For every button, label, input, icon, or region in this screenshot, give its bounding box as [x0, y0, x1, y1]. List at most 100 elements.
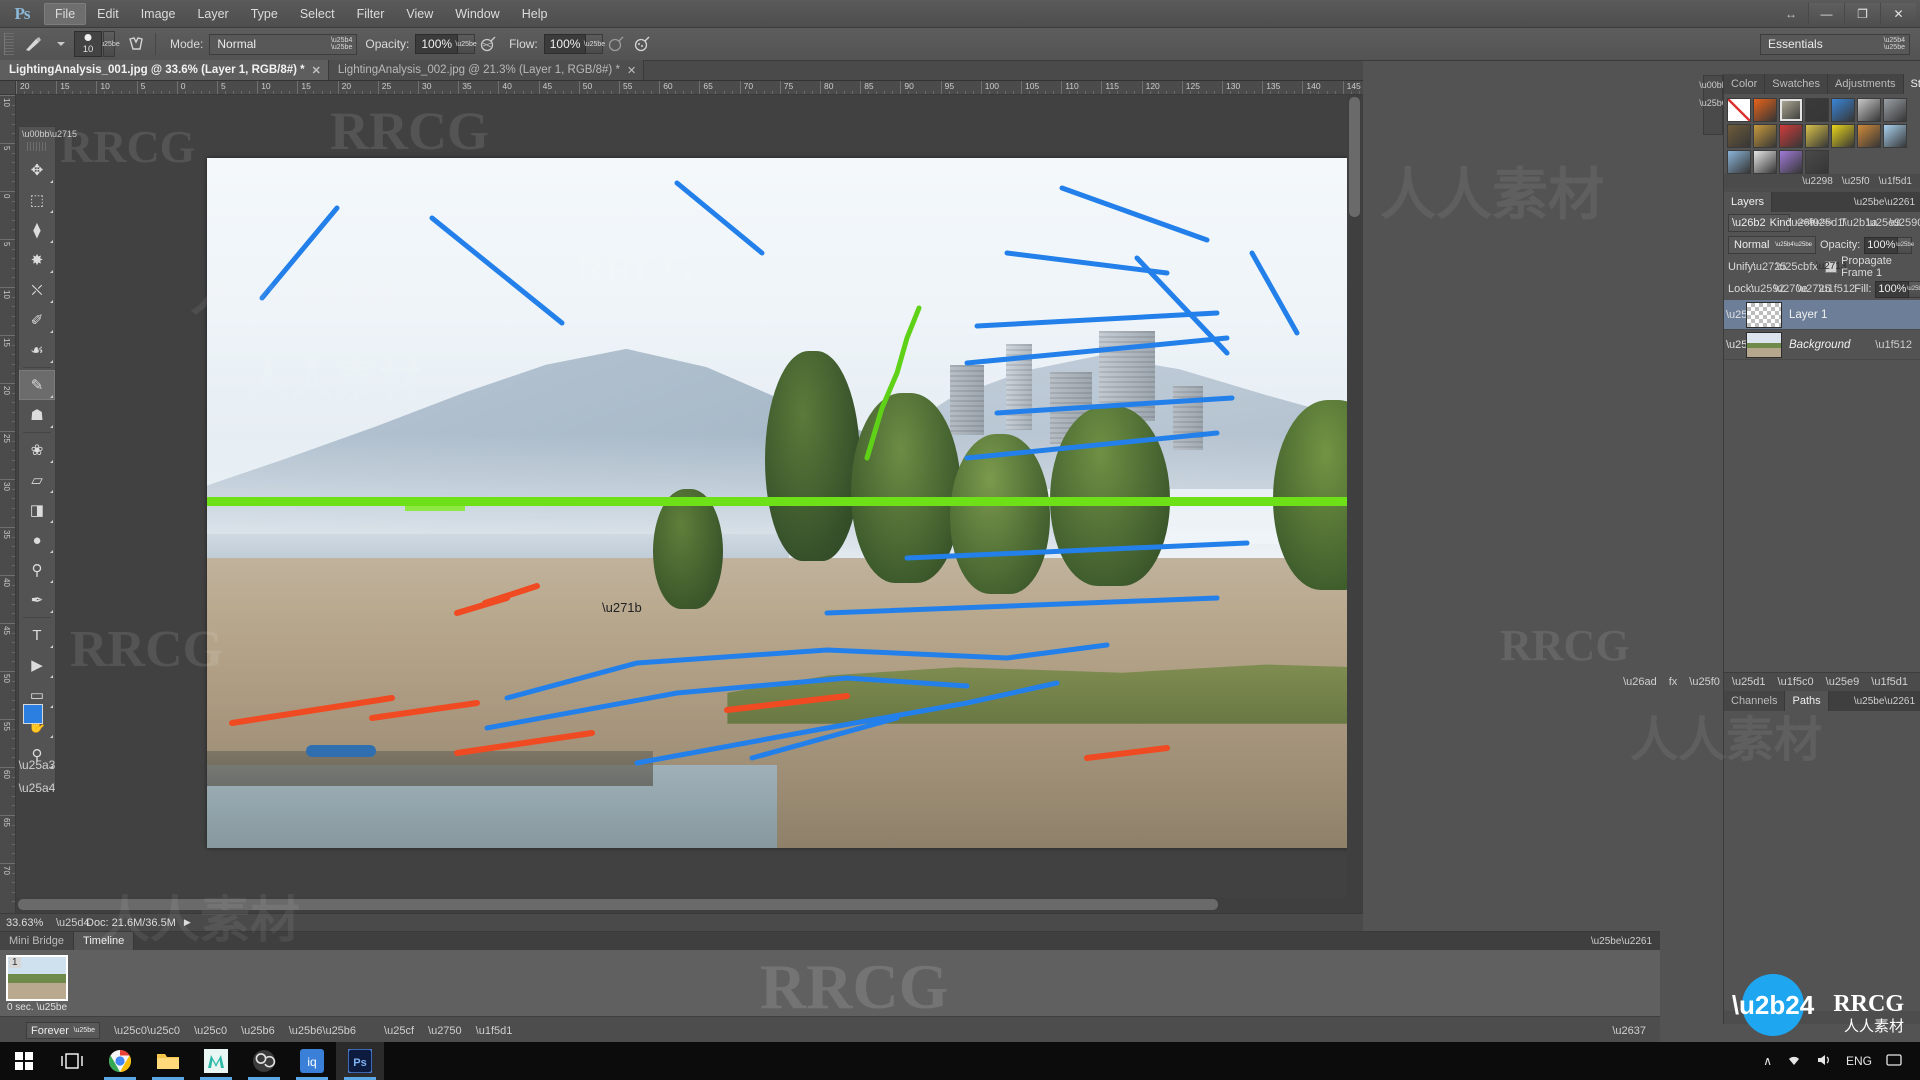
select-first-frame-icon[interactable]: \u25c0\u25c0 [114, 1025, 180, 1037]
layer-opacity-chevron-icon[interactable]: \u25be [1896, 236, 1914, 254]
flow-chevron-icon[interactable]: \u25be [584, 34, 605, 54]
adjustment-filter-icon[interactable]: \u25d1 [1810, 214, 1844, 232]
frame-duration[interactable]: 0 sec. \u25be [6, 1002, 68, 1013]
layer-opacity-control[interactable]: 100% \u25be [1864, 236, 1914, 254]
brush-preset-chevron-icon[interactable] [48, 32, 74, 56]
add-layer-mask-icon[interactable]: \u25f0 [1689, 676, 1720, 688]
task-view-icon[interactable] [48, 1042, 96, 1080]
brush-size-field[interactable]: 10 [74, 31, 102, 57]
menu-type[interactable]: Type [240, 3, 289, 25]
close-button[interactable]: ✕ [1880, 2, 1916, 25]
expand-panel-icon[interactable]: \u00bb [22, 129, 50, 139]
path-selection-tool[interactable]: ▶ [19, 650, 55, 680]
tab-channels[interactable]: Channels [1724, 691, 1786, 711]
horizontal-type-tool[interactable]: T [19, 620, 55, 650]
tab-layers[interactable]: Layers [1724, 192, 1773, 212]
brush-preview-icon[interactable] [20, 32, 48, 56]
menu-image[interactable]: Image [130, 3, 187, 25]
brush-size-stepper[interactable]: \u25be [98, 31, 120, 57]
taskbar-app-file-explorer[interactable] [144, 1042, 192, 1080]
lasso-tool[interactable]: ⧫ [19, 215, 55, 245]
taskbar-app-autodesk-maya[interactable] [192, 1042, 240, 1080]
status-zoom-value[interactable]: 33.63% [0, 917, 56, 929]
language-indicator[interactable]: ENG [1846, 1054, 1872, 1068]
menu-filter[interactable]: Filter [346, 3, 396, 25]
document-tab-2[interactable]: LightingAnalysis_002.jpg @ 21.3% (Layer … [328, 60, 645, 80]
convert-to-timeline-icon[interactable]: \u2637 [1612, 1025, 1646, 1037]
blur-tool[interactable]: ● [19, 525, 55, 555]
proof-preview-icon[interactable]: \u25d4 [56, 917, 90, 929]
vertical-ruler[interactable]: 10 5 0 5 10 15 20 25 30 35 40 45 50 55 60 65 70 [0, 95, 16, 913]
new-group-icon[interactable]: \u1f5c0 [1778, 676, 1814, 688]
pen-tool[interactable]: ✒ [19, 585, 55, 615]
layers-panel-menu-icon[interactable]: \u25be\u2261 [1849, 192, 1920, 212]
vertical-scroll-thumb[interactable] [1349, 97, 1360, 217]
select-next-frame-icon[interactable]: \u25b6\u25b6 [289, 1025, 356, 1037]
layer-thumbnail[interactable] [1746, 301, 1782, 328]
tab-styles[interactable]: Styles [1903, 74, 1920, 94]
flow-control[interactable]: 100% \u25be [543, 34, 605, 54]
style-swatch-silver-plate[interactable] [1857, 98, 1881, 122]
menu-layer[interactable]: Layer [186, 3, 239, 25]
fill-chevron-icon[interactable]: \u25be [1907, 280, 1920, 298]
layer-opacity-value[interactable]: 100% [1864, 236, 1899, 254]
mini-bridge-launch-icon[interactable]: \u25b6 [1699, 94, 1727, 112]
color-swatches-tool[interactable] [18, 700, 56, 740]
paths-panel-menu-icon[interactable]: \u25be\u2261 [1849, 691, 1920, 711]
artboard[interactable] [207, 158, 1363, 848]
eraser-tool[interactable]: ▱ [19, 465, 55, 495]
document-tab-1-close-icon[interactable]: ✕ [312, 64, 321, 77]
document-tab-1[interactable]: LightingAnalysis_001.jpg @ 33.6% (Layer … [0, 60, 329, 80]
opacity-chevron-icon[interactable]: \u25be [455, 34, 477, 54]
horizontal-ruler[interactable]: 20 15 10 5 0 5 10 15 20 25 30 35 40 45 50 55 60 65 70 75 80 8… [16, 81, 1363, 95]
tab-adjustments[interactable]: Adjustments [1828, 74, 1904, 94]
style-swatch-chrome[interactable] [1883, 98, 1907, 122]
style-swatch-none[interactable] [1727, 98, 1751, 122]
tab-color[interactable]: Color [1724, 74, 1766, 94]
filter-toggle-icon[interactable]: \u2590 [1890, 214, 1920, 232]
workspace-switcher[interactable]: Essentials \u25b4 \u25be [1760, 33, 1910, 55]
style-swatch-violet-block[interactable] [1779, 150, 1803, 174]
document-tab-2-close-icon[interactable]: ✕ [627, 64, 636, 77]
taskbar-app-obs-studio[interactable] [240, 1042, 288, 1080]
canvas-horizontal-scrollbar[interactable] [16, 897, 1347, 913]
quick-mask-icon[interactable]: \u25a3 [19, 755, 56, 775]
tab-paths[interactable]: Paths [1785, 691, 1829, 711]
layer-row-layer-1[interactable]: \u25c9 Layer 1 [1724, 300, 1920, 330]
delete-style-icon[interactable]: \u1f5d1 [1879, 176, 1912, 187]
wifi-icon[interactable] [1786, 1053, 1802, 1070]
play-animation-icon[interactable]: \u25b6 [241, 1025, 275, 1037]
style-swatch-golden[interactable] [1753, 124, 1777, 148]
clear-style-icon[interactable]: \u2298 [1802, 176, 1833, 187]
delete-frame-icon[interactable]: \u1f5d1 [476, 1025, 513, 1037]
menu-window[interactable]: Window [444, 3, 510, 25]
canvas-area[interactable]: \u271b RRCG 人人素材 [16, 95, 1363, 913]
tab-swatches[interactable]: Swatches [1765, 74, 1828, 94]
taskbar-app-google-chrome[interactable] [96, 1042, 144, 1080]
taskbar-app-adobe-photoshop[interactable]: Ps [336, 1042, 384, 1080]
restore-button[interactable]: ❐ [1844, 2, 1880, 25]
style-swatch-confetti[interactable] [1805, 124, 1829, 148]
style-swatch-orange-glow[interactable] [1753, 98, 1777, 122]
style-swatch-noise-white[interactable] [1753, 150, 1777, 174]
delete-layer-icon[interactable]: \u1f5d1 [1871, 676, 1908, 688]
tab-timeline[interactable]: Timeline [74, 932, 135, 950]
pressure-flow-icon[interactable] [603, 32, 629, 56]
tablet-pressure-size-icon[interactable] [123, 32, 149, 56]
menu-select[interactable]: Select [289, 3, 346, 25]
blend-mode-select[interactable]: Normal \u25b4 \u25be [209, 33, 358, 55]
history-brush-tool[interactable]: ❀ [19, 435, 55, 465]
speaker-icon[interactable] [1816, 1053, 1832, 1070]
style-swatch-copper[interactable] [1857, 124, 1881, 148]
duplicate-frame-icon[interactable]: \u2750 [428, 1025, 462, 1037]
new-adjustment-layer-icon[interactable]: \u25d1 [1732, 676, 1766, 688]
minimize-button[interactable]: — [1808, 2, 1844, 25]
dodge-tool[interactable]: ⚲ [19, 555, 55, 585]
timeline-panel-menu-icon[interactable]: \u25be\u2261 [1583, 932, 1660, 950]
style-swatch-blue-gel[interactable] [1831, 98, 1855, 122]
quick-selection-tool[interactable]: ✸ [19, 245, 55, 275]
gradient-tool[interactable]: ◨ [19, 495, 55, 525]
tools-panel-grip[interactable] [27, 142, 47, 151]
arrange-documents-icon[interactable]: ↔ [1774, 7, 1808, 21]
spot-healing-brush-tool[interactable]: ☙ [19, 335, 55, 365]
